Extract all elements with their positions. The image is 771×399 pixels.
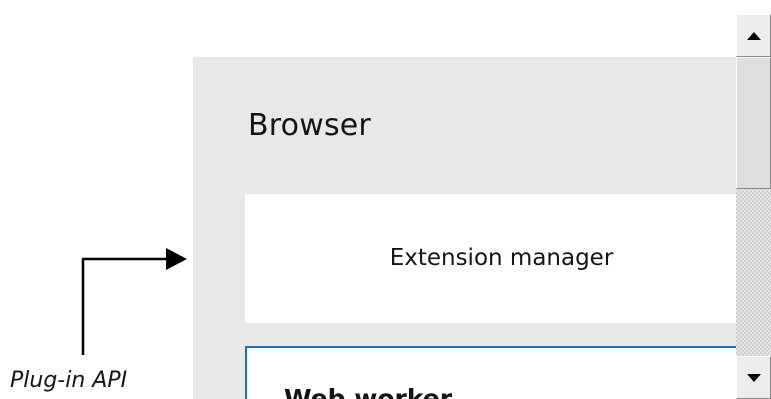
scroll-up-button[interactable] xyxy=(736,14,771,57)
diagram-canvas: Browser Extension manager Web worker Plu… xyxy=(0,0,771,399)
scrollbar-thumb[interactable] xyxy=(736,57,771,189)
browser-title: Browser xyxy=(248,108,371,143)
plugin-api-connector xyxy=(81,248,187,355)
triangle-down-icon xyxy=(747,374,761,382)
plugin-api-label: Plug-in API xyxy=(10,368,128,393)
arrow-right-icon xyxy=(166,248,187,270)
extension-manager-label: Extension manager xyxy=(389,245,614,271)
web-worker-label: Web worker xyxy=(284,384,453,399)
extension-manager-box: Extension manager xyxy=(245,194,738,323)
scroll-down-button[interactable] xyxy=(736,356,771,399)
triangle-up-icon xyxy=(747,32,761,40)
connector-line xyxy=(81,257,167,355)
